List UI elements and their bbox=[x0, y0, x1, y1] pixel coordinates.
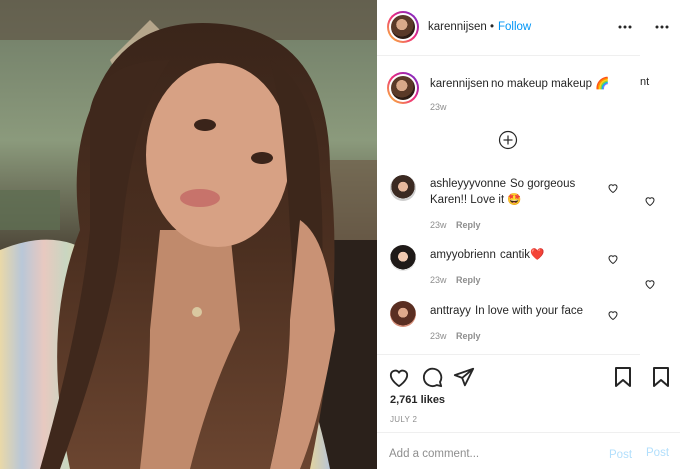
header-username[interactable]: karennijsen bbox=[428, 20, 487, 35]
comment-like-icon[interactable] bbox=[607, 253, 619, 265]
comment-username[interactable]: anttrayy bbox=[430, 304, 471, 319]
post-button[interactable]: Post bbox=[609, 448, 632, 463]
comment-time[interactable]: 23w bbox=[430, 218, 447, 233]
reply-button[interactable]: Reply bbox=[456, 329, 481, 344]
more-options-icon[interactable] bbox=[615, 20, 635, 34]
comment-like-icon[interactable] bbox=[644, 195, 656, 207]
comment-like-icon[interactable] bbox=[644, 278, 656, 290]
comment-avatar[interactable] bbox=[390, 301, 416, 327]
post-photo[interactable] bbox=[0, 0, 377, 469]
more-options-outer-icon[interactable] bbox=[652, 20, 672, 34]
comment-time[interactable]: 23w bbox=[430, 329, 447, 344]
post-date[interactable]: JULY 2 bbox=[390, 412, 417, 427]
share-icon[interactable] bbox=[452, 365, 476, 389]
add-comment-input[interactable] bbox=[389, 446, 599, 462]
comment-username[interactable]: ashleyyyvonne bbox=[430, 177, 506, 192]
comment-text: In love with your face bbox=[475, 305, 584, 317]
caption-username[interactable]: karennijsen bbox=[430, 77, 489, 92]
header-separator: • bbox=[490, 21, 495, 33]
reply-button[interactable]: Reply bbox=[456, 218, 481, 233]
actions-divider bbox=[377, 354, 640, 355]
comment-text-line2: Karen!! Love it 🤩 bbox=[430, 194, 522, 206]
post-photo-image bbox=[0, 0, 377, 469]
comment-time[interactable]: 23w bbox=[430, 273, 447, 288]
heart-icon[interactable] bbox=[387, 365, 411, 389]
caption-avatar[interactable] bbox=[387, 72, 419, 104]
likes-count[interactable]: 2,761 likes bbox=[390, 393, 445, 408]
bookmark-icon[interactable] bbox=[612, 365, 634, 389]
bookmark-outer-icon[interactable] bbox=[650, 365, 672, 389]
comment-text: cantik❤️ bbox=[500, 249, 545, 261]
reply-button[interactable]: Reply bbox=[456, 273, 481, 288]
comment-avatar[interactable] bbox=[390, 245, 416, 271]
comment-text: So gorgeous bbox=[510, 178, 576, 190]
post-button-outer[interactable]: Post bbox=[646, 446, 669, 461]
caption-text: no makeup makeup 🌈 bbox=[491, 78, 610, 90]
caption-time[interactable]: 23w bbox=[430, 100, 447, 115]
caption-overflow-text: nt bbox=[640, 76, 650, 88]
author-avatar[interactable] bbox=[387, 11, 419, 43]
comment-like-icon[interactable] bbox=[607, 309, 619, 321]
load-more-comments-icon[interactable] bbox=[498, 130, 518, 150]
comment-icon[interactable] bbox=[420, 365, 444, 389]
comment-avatar[interactable] bbox=[390, 175, 416, 201]
add-comment-divider bbox=[377, 432, 680, 433]
header-divider bbox=[377, 55, 640, 56]
comment-username[interactable]: amyyobrienn bbox=[430, 248, 496, 263]
comment-like-icon[interactable] bbox=[607, 182, 619, 194]
follow-button[interactable]: Follow bbox=[498, 20, 531, 35]
